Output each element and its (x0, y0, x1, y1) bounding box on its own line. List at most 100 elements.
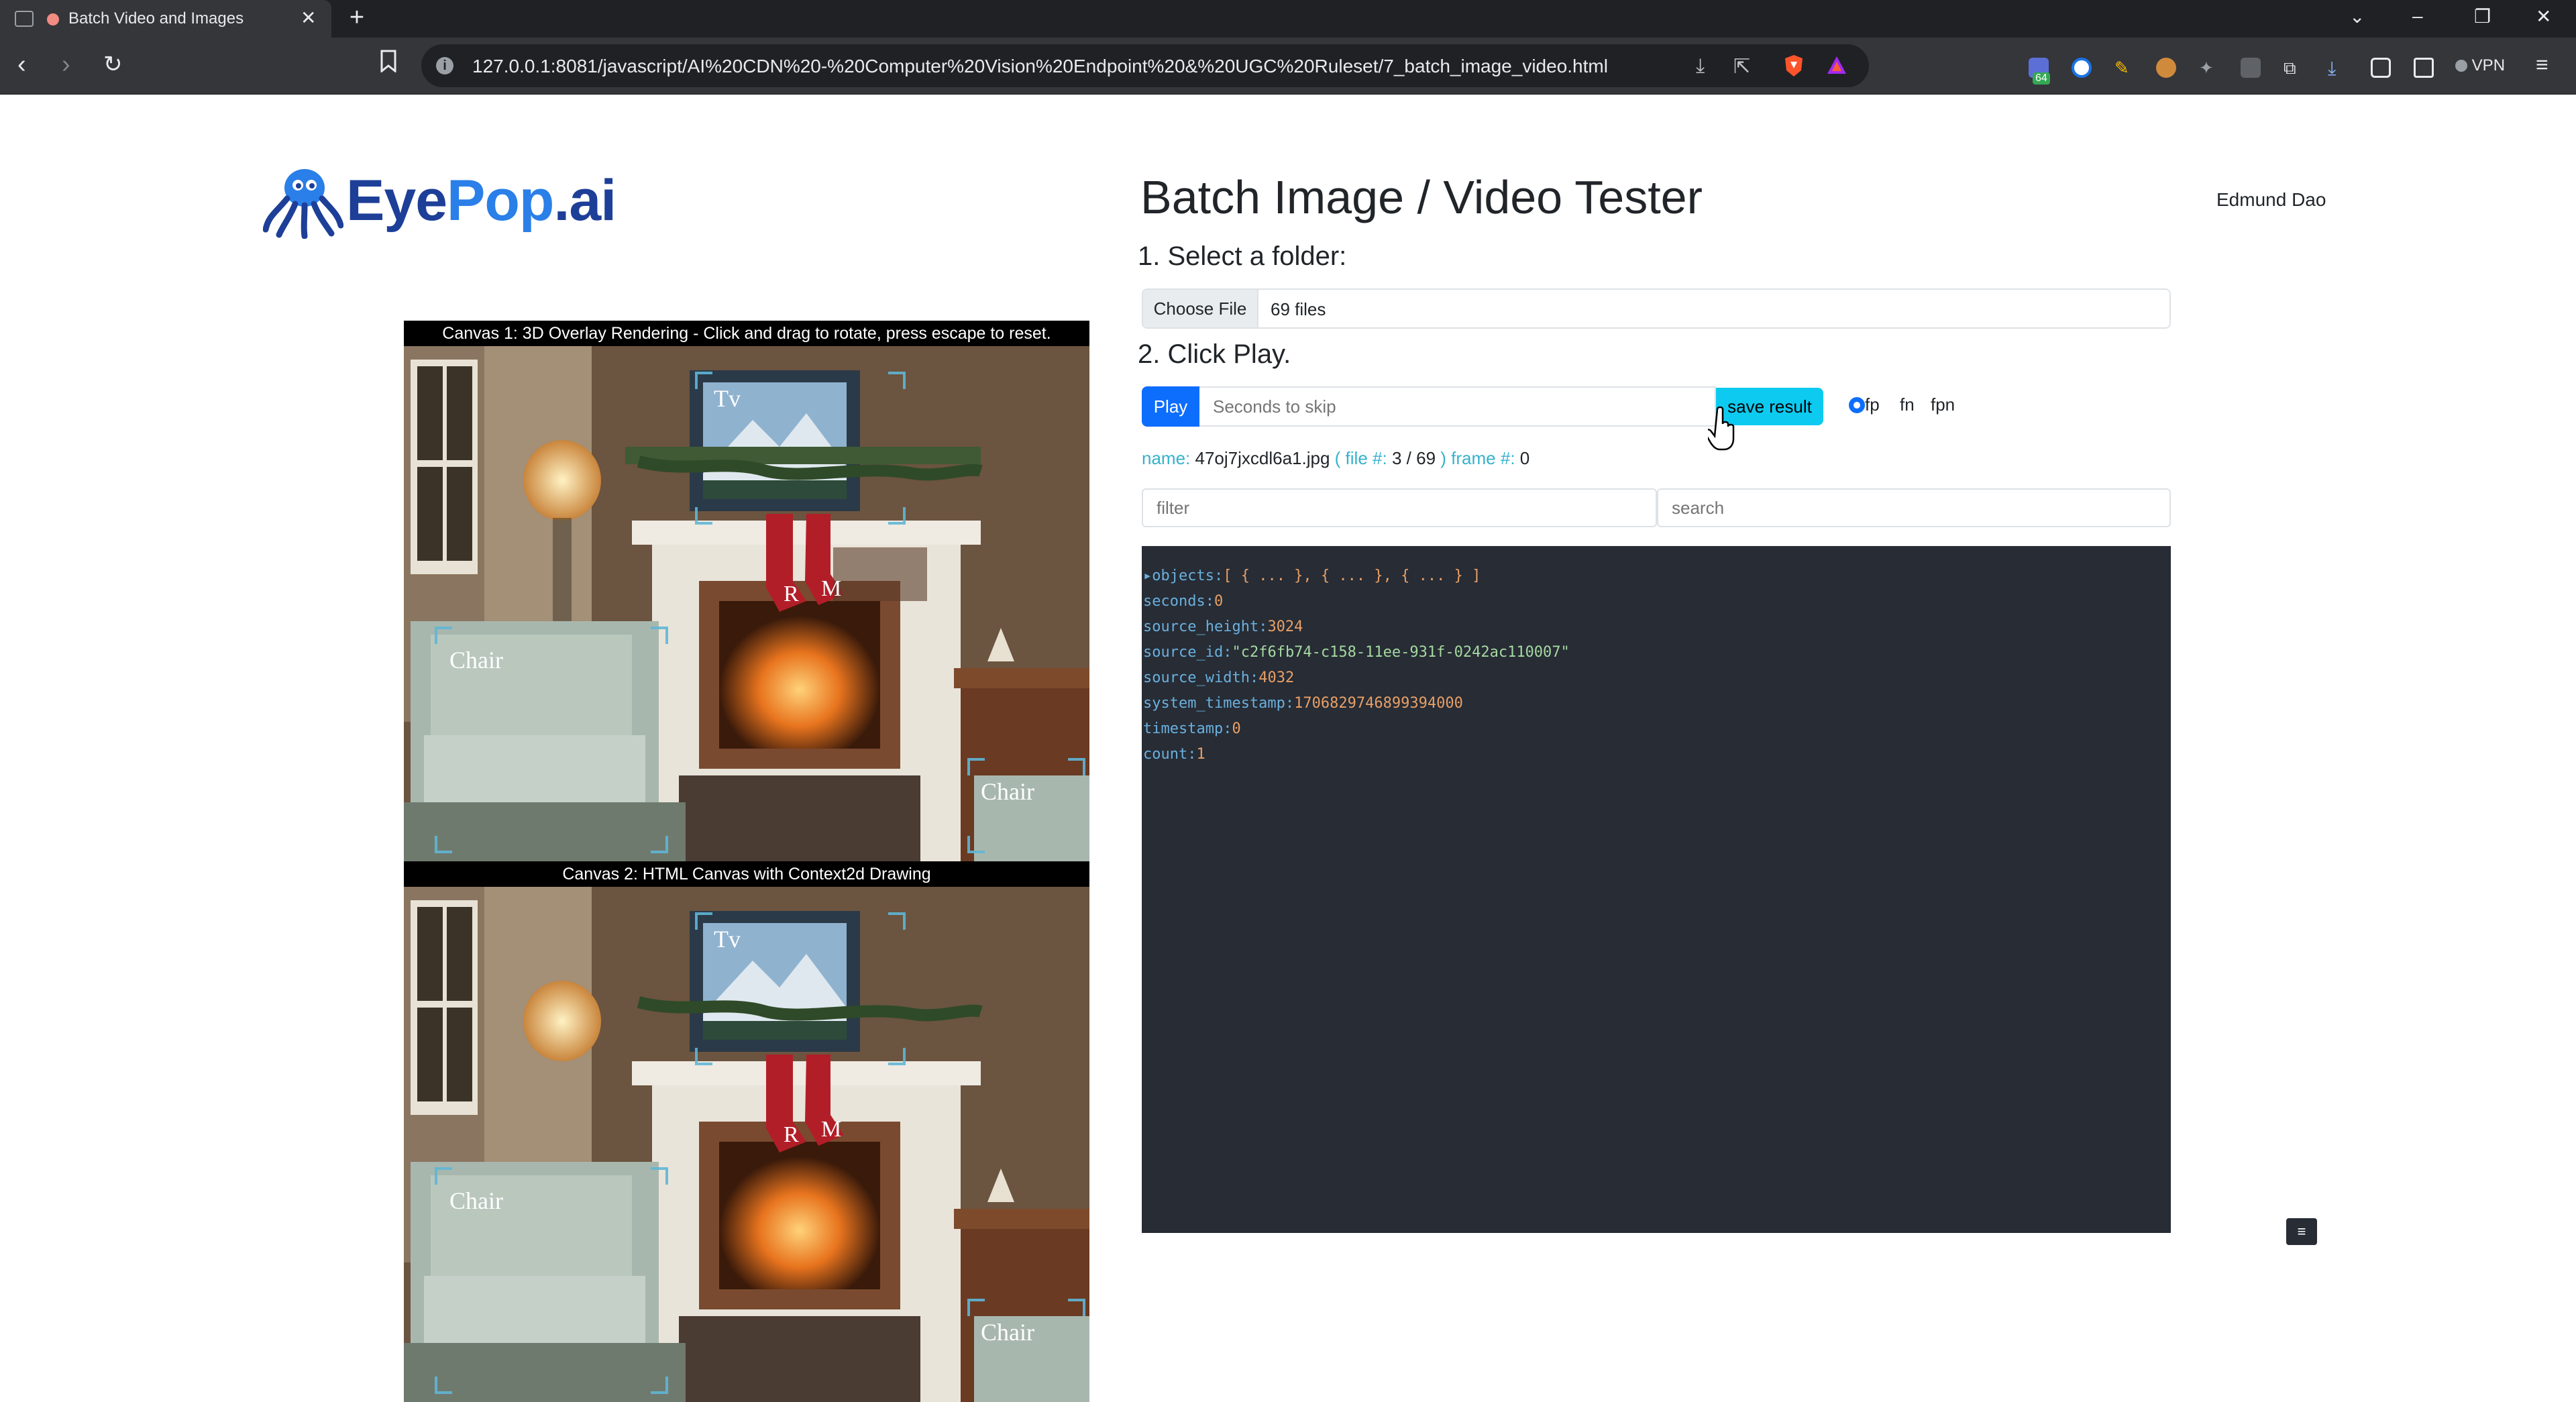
url-text[interactable]: 127.0.0.1:8081/javascript/AI%20CDN%20-%2… (472, 56, 1608, 77)
canvas1-caption: Canvas 1: 3D Overlay Rendering - Click a… (404, 321, 1089, 346)
pencil-icon[interactable]: ✎ (2114, 58, 2135, 78)
user-name: Edmund Dao (2216, 189, 2326, 210)
file-name-value: 47oj7jxcdl6a1.jpg (1195, 448, 1330, 468)
download-icon[interactable]: ⤓ (1696, 55, 1705, 78)
octopus-logo-icon (263, 169, 343, 239)
canvas2-caption: Canvas 2: HTML Canvas with Context2d Dra… (404, 861, 1089, 887)
extension-circle-icon[interactable] (2072, 58, 2092, 78)
new-tab-button[interactable]: + (342, 4, 372, 34)
room-scene-image: Tv Chair Chair R M (404, 346, 1089, 861)
close-tab-icon[interactable]: ✕ (301, 7, 316, 29)
chair-label: Chair (981, 778, 1034, 805)
recording-favicon-icon (15, 11, 34, 27)
choose-file-button[interactable]: Choose File (1143, 290, 1258, 327)
file-status-line: name: 47oj7jxcdl6a1.jpg ( file #: 3 / 69… (1142, 448, 1529, 469)
chair-label: Chair (449, 647, 503, 673)
radio-fp-label: fp (1865, 394, 1880, 415)
step1-heading: 1. Select a folder: (1138, 241, 1347, 271)
file-count-text: 69 files (1271, 299, 1326, 319)
puzzle-extension-icon[interactable]: ✦ (2199, 58, 2219, 78)
seconds-to-skip-input[interactable] (1199, 386, 1716, 427)
json-key: seconds (1143, 593, 1205, 610)
site-info-icon[interactable]: i (436, 57, 453, 74)
minimize-icon[interactable]: – (2412, 5, 2423, 27)
rewards-icon[interactable] (1826, 55, 1847, 80)
menu-icon[interactable]: ≡ (2536, 50, 2548, 79)
step2-heading: 2. Click Play. (1138, 339, 1291, 369)
json-value: [ { ... }, { ... }, { ... } ] (1223, 568, 1481, 584)
folder-file-input[interactable]: Choose File 69 files (1142, 288, 2171, 329)
json-key: count (1143, 746, 1188, 763)
json-key: system_timestamp (1143, 695, 1285, 712)
radio-fp[interactable] (1849, 397, 1865, 413)
logo-wordmark: EyePop.ai (346, 168, 616, 233)
chair-label: Chair (449, 1187, 503, 1214)
expand-triangle-icon[interactable]: ▸ (1143, 568, 1152, 584)
json-row: source_height:3024 (1143, 618, 1303, 635)
play-button[interactable]: Play (1142, 386, 1199, 427)
stocking-label: M (821, 576, 841, 601)
reload-icon[interactable]: ↻ (103, 50, 123, 79)
window-close-icon[interactable]: ✕ (2536, 5, 2551, 28)
wallet-icon[interactable] (2414, 58, 2434, 78)
bookmark-icon[interactable] (380, 50, 397, 81)
file-total-value: 69 (1416, 448, 1436, 468)
json-row: seconds:0 (1143, 593, 1224, 610)
sidebar-icon[interactable] (2371, 58, 2391, 78)
json-key: source_width (1143, 669, 1250, 686)
recording-dot-icon (47, 13, 59, 25)
hand-cursor-icon (1708, 407, 1735, 451)
json-key: objects (1152, 568, 1214, 584)
back-icon[interactable]: ‹ (17, 50, 26, 79)
json-value: 1706829746899394000 (1294, 695, 1463, 712)
forward-icon[interactable]: › (62, 50, 70, 79)
tab-bar: Batch Video and Images ✕ + ⌄ – ❐ ✕ (0, 0, 2576, 38)
json-value: 0 (1214, 593, 1224, 610)
chair-label: Chair (981, 1319, 1034, 1346)
downloads-icon[interactable]: ⤓ (2328, 58, 2348, 78)
canvas2-context2d[interactable]: Tv Chair Chair R M (404, 887, 1089, 1402)
json-value: "c2f6fb74-c158-11ee-931f-0242ac110007" (1232, 644, 1570, 661)
tv-label: Tv (714, 926, 741, 953)
json-row: count:1 (1143, 746, 1205, 763)
vpn-label: VPN (2471, 56, 2506, 74)
file-index-close: ) (1440, 448, 1446, 468)
cookie-icon[interactable] (2156, 58, 2176, 78)
stocking-label: R (784, 582, 799, 606)
grid-extension-icon[interactable] (2241, 58, 2261, 78)
share-icon[interactable]: ⇱ (1733, 55, 1750, 78)
extensions-icon[interactable]: ⧉ (2284, 58, 2304, 78)
brave-shield-icon[interactable] (1783, 54, 1805, 83)
tab-search-chevron-icon[interactable]: ⌄ (2349, 5, 2365, 28)
json-key: source_height (1143, 618, 1259, 635)
tab-title: Batch Video and Images (68, 9, 244, 28)
browser-tab[interactable]: Batch Video and Images ✕ (0, 0, 331, 38)
json-row: source_id:"c2f6fb74-c158-11ee-931f-0242a… (1143, 644, 1570, 661)
canvas1-3d-overlay[interactable]: Tv Chair Chair R M (404, 346, 1089, 861)
frame-value: 0 (1519, 448, 1530, 468)
room-scene-image: Tv Chair Chair R M (404, 887, 1089, 1402)
vpn-button[interactable]: VPN (2455, 56, 2505, 79)
file-index-separator: / (1406, 448, 1411, 468)
json-key: timestamp (1143, 720, 1224, 737)
json-value: 1 (1196, 746, 1205, 763)
restore-icon[interactable]: ❐ (2474, 5, 2491, 28)
address-bar[interactable]: i 127.0.0.1:8081/javascript/AI%20CDN%20-… (421, 44, 1869, 87)
file-index-label: ( file #: (1334, 448, 1387, 468)
name-label: name: (1142, 448, 1191, 468)
json-row: timestamp:0 (1143, 720, 1241, 737)
search-input[interactable] (1657, 488, 2171, 527)
file-index-value: 3 (1391, 448, 1402, 468)
radio-fpn-label: fpn (1931, 394, 1955, 415)
json-result-viewer[interactable]: ▸objects:[ { ... }, { ... }, { ... } ] s… (1142, 546, 2171, 1233)
list-menu-icon[interactable]: ≡ (2286, 1218, 2317, 1245)
stocking-label: R (784, 1122, 799, 1147)
json-row-objects[interactable]: ▸objects:[ { ... }, { ... }, { ... } ] (1143, 563, 1570, 589)
page-title: Batch Image / Video Tester (1140, 171, 1703, 223)
filter-input[interactable] (1142, 488, 1657, 527)
vpn-globe-icon (2455, 60, 2467, 72)
json-value: 4032 (1258, 669, 1295, 686)
frame-label: frame #: (1451, 448, 1515, 468)
browser-toolbar: ‹ › ↻ i 127.0.0.1:8081/javascript/AI%20C… (0, 38, 2576, 95)
json-value: 3024 (1267, 618, 1303, 635)
